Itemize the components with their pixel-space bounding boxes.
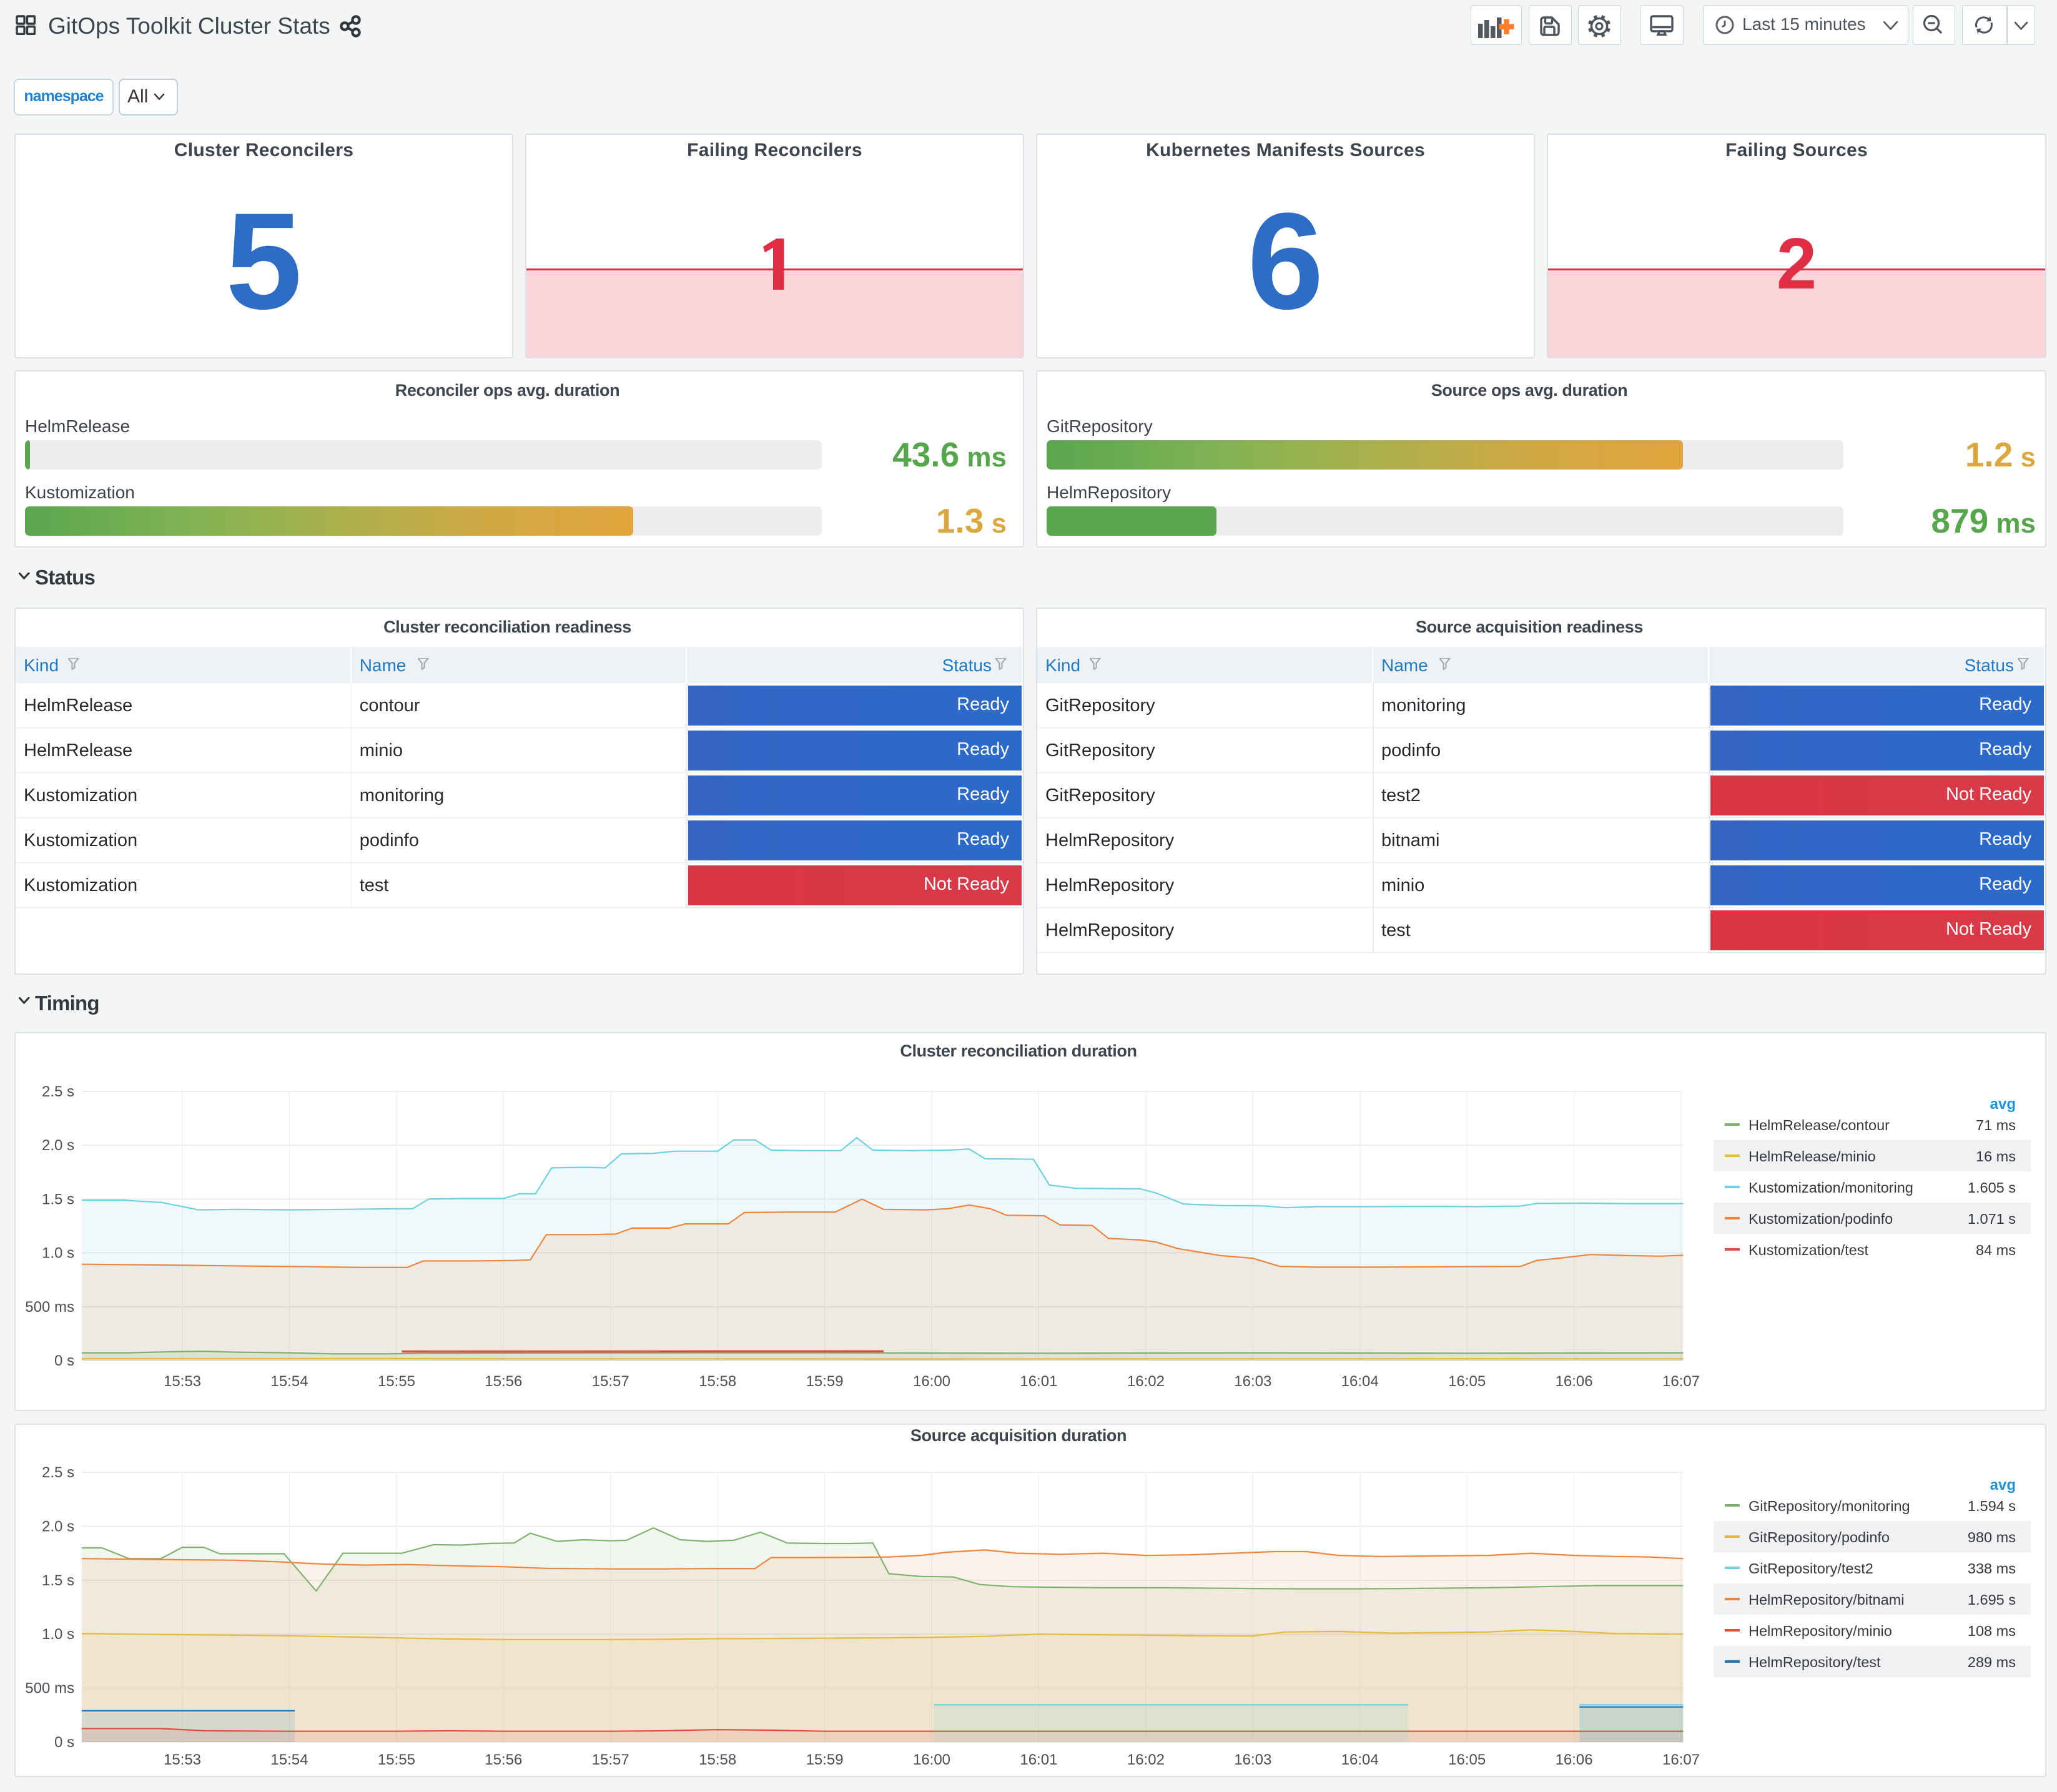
svg-text:338 ms: 338 ms	[1968, 1560, 2016, 1577]
svg-text:2.5 s: 2.5 s	[42, 1464, 74, 1481]
svg-text:Kustomization/test: Kustomization/test	[1749, 1242, 1868, 1258]
svg-text:16:03: 16:03	[1234, 1751, 1271, 1768]
svg-text:0 s: 0 s	[54, 1352, 74, 1369]
svg-text:2.5 s: 2.5 s	[42, 1083, 74, 1100]
svg-text:HelmRepository/bitnami: HelmRepository/bitnami	[1749, 1592, 1904, 1608]
svg-text:980 ms: 980 ms	[1968, 1529, 2016, 1545]
svg-text:1.0 s: 1.0 s	[42, 1626, 74, 1643]
svg-text:HelmRelease/minio: HelmRelease/minio	[1749, 1148, 1876, 1164]
svg-text:500 ms: 500 ms	[25, 1299, 74, 1316]
svg-text:15:54: 15:54	[270, 1751, 308, 1768]
svg-text:16:04: 16:04	[1341, 1751, 1379, 1768]
svg-text:16:03: 16:03	[1234, 1373, 1271, 1390]
svg-text:HelmRepository/test: HelmRepository/test	[1749, 1654, 1881, 1670]
svg-text:16:05: 16:05	[1448, 1373, 1486, 1390]
svg-text:16 ms: 16 ms	[1976, 1148, 2016, 1164]
svg-text:15:56: 15:56	[485, 1751, 522, 1768]
svg-text:GitRepository/podinfo: GitRepository/podinfo	[1749, 1529, 1890, 1545]
svg-text:2.0 s: 2.0 s	[42, 1518, 74, 1535]
svg-text:15:57: 15:57	[592, 1751, 629, 1768]
svg-text:16:01: 16:01	[1020, 1373, 1057, 1390]
svg-text:1.594 s: 1.594 s	[1968, 1498, 2016, 1514]
svg-text:16:00: 16:00	[913, 1373, 950, 1390]
svg-text:15:57: 15:57	[592, 1373, 629, 1390]
svg-text:Kustomization/monitoring: Kustomization/monitoring	[1749, 1179, 1913, 1196]
svg-text:GitRepository/test2: GitRepository/test2	[1749, 1560, 1873, 1577]
svg-text:16:06: 16:06	[1556, 1751, 1593, 1768]
svg-text:16:06: 16:06	[1556, 1373, 1593, 1390]
svg-text:108 ms: 108 ms	[1968, 1623, 2016, 1639]
svg-text:16:02: 16:02	[1127, 1373, 1165, 1390]
svg-text:1.071 s: 1.071 s	[1968, 1211, 2016, 1227]
svg-text:15:59: 15:59	[806, 1751, 844, 1768]
svg-text:15:53: 15:53	[164, 1751, 201, 1768]
svg-text:71 ms: 71 ms	[1976, 1117, 2016, 1133]
svg-text:HelmRepository/minio: HelmRepository/minio	[1749, 1623, 1892, 1639]
svg-text:15:58: 15:58	[699, 1373, 736, 1390]
svg-text:15:55: 15:55	[378, 1751, 415, 1768]
svg-text:16:05: 16:05	[1448, 1751, 1486, 1768]
svg-text:16:07: 16:07	[1662, 1373, 1700, 1390]
svg-text:1.5 s: 1.5 s	[42, 1191, 74, 1208]
svg-text:16:00: 16:00	[913, 1751, 950, 1768]
svg-text:1.5 s: 1.5 s	[42, 1572, 74, 1589]
svg-text:HelmRelease/contour: HelmRelease/contour	[1749, 1117, 1890, 1133]
svg-text:15:55: 15:55	[378, 1373, 415, 1390]
svg-text:15:58: 15:58	[699, 1751, 736, 1768]
svg-text:15:54: 15:54	[270, 1373, 308, 1390]
svg-text:289 ms: 289 ms	[1968, 1654, 2016, 1670]
svg-text:16:07: 16:07	[1662, 1751, 1700, 1768]
svg-text:15:56: 15:56	[485, 1373, 522, 1390]
svg-text:1.695 s: 1.695 s	[1968, 1592, 2016, 1608]
svg-text:16:02: 16:02	[1127, 1751, 1165, 1768]
svg-text:GitRepository/monitoring: GitRepository/monitoring	[1749, 1498, 1910, 1514]
svg-text:2.0 s: 2.0 s	[42, 1137, 74, 1154]
svg-text:15:59: 15:59	[806, 1373, 844, 1390]
svg-text:16:04: 16:04	[1341, 1373, 1379, 1390]
svg-text:500 ms: 500 ms	[25, 1680, 74, 1697]
svg-text:1.605 s: 1.605 s	[1968, 1179, 2016, 1196]
svg-text:84 ms: 84 ms	[1976, 1242, 2016, 1258]
svg-text:0 s: 0 s	[54, 1734, 74, 1751]
svg-text:1.0 s: 1.0 s	[42, 1245, 74, 1262]
svg-text:16:01: 16:01	[1020, 1751, 1057, 1768]
svg-text:Kustomization/podinfo: Kustomization/podinfo	[1749, 1211, 1893, 1227]
svg-text:15:53: 15:53	[164, 1373, 201, 1390]
svg-text:avg: avg	[1990, 1096, 2016, 1113]
svg-text:avg: avg	[1990, 1477, 2016, 1494]
